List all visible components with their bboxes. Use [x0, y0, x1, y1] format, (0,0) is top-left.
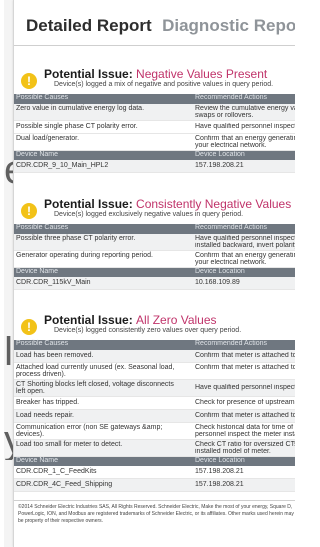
- issue-value: All Zero Values: [136, 313, 217, 327]
- device-row: CDR.CDR_1_C_FeedKits 157.198.208.21: [14, 466, 295, 479]
- column-header-actions: Recommended Actions: [195, 94, 267, 101]
- warning-icon: !: [21, 73, 37, 89]
- table-row: CT Shorting blocks left closed, voltage …: [14, 380, 295, 397]
- issue-subtitle: Device(s) logged a mix of negative and p…: [54, 81, 274, 88]
- table-header: Possible Causes Recommended Actions: [14, 340, 295, 350]
- issue-title: Potential Issue: All Zero Values: [44, 313, 217, 327]
- device-row: CDR.CDR_4C_Feed_Shipping 157.198.208.21: [14, 479, 295, 492]
- table-row: Generator operating during reporting per…: [14, 251, 295, 268]
- issue-heading: ! Potential Issue: Consistently Negative…: [14, 194, 295, 224]
- issue-section: ! Potential Issue: Consistently Negative…: [14, 194, 295, 290]
- issue-heading: ! Potential Issue: All Zero Values Devic…: [14, 310, 295, 340]
- issue-section: ! Potential Issue: All Zero Values Devic…: [14, 310, 295, 492]
- issue-heading: ! Potential Issue: Negative Values Prese…: [14, 64, 295, 94]
- table-row: Load has been removed. Confirm that mete…: [14, 350, 295, 363]
- issue-subtitle: Device(s) logged exclusively negative va…: [54, 211, 244, 218]
- table-header: Possible Causes Recommended Actions: [14, 94, 295, 104]
- table-row: Dual load/generator. Confirm that an ene…: [14, 134, 295, 151]
- warning-icon: !: [21, 319, 37, 335]
- issue-title: Potential Issue: Consistently Negative V…: [44, 197, 292, 211]
- table-row: Possible three phase CT polarity error. …: [14, 234, 295, 251]
- table-row: Communication error (non SE gateways &am…: [14, 423, 295, 440]
- device-row: CDR.CDR_115kV_Main 10.168.109.89: [14, 277, 295, 290]
- table-row: Load needs repair. Confirm that meter is…: [14, 410, 295, 423]
- issue-section: ! Potential Issue: Negative Values Prese…: [14, 64, 295, 173]
- warning-icon: !: [21, 203, 37, 219]
- background-glyph: e: [4, 150, 13, 190]
- background-glyph: y: [4, 420, 13, 460]
- report-header: Detailed Report Diagnostic Repo: [26, 16, 295, 36]
- table-header: Device Name Device Location: [14, 457, 295, 466]
- report-page: Detailed Report Diagnostic Repo ! Potent…: [13, 0, 295, 547]
- issue-title: Potential Issue: Negative Values Present: [44, 67, 268, 81]
- table-header: Possible Causes Recommended Actions: [14, 224, 295, 234]
- issue-subtitle: Device(s) logged consistently zero value…: [54, 327, 242, 334]
- report-title: Detailed Report: [26, 16, 152, 35]
- background-glyph: l: [4, 332, 13, 372]
- report-viewer: e l y Detailed Report Diagnostic Repo ! …: [4, 0, 295, 547]
- table-row: Attached load currently unused (ex. Seas…: [14, 363, 295, 380]
- diagnostic-report-tab[interactable]: Diagnostic Repo: [162, 16, 295, 35]
- column-header-device-name: Device Name: [16, 151, 59, 158]
- column-header-device-location: Device Location: [195, 151, 245, 158]
- issue-value: Consistently Negative Values: [136, 197, 292, 211]
- table-header: Device Name Device Location: [14, 268, 295, 277]
- device-row: CDR.CDR_9_10_Main_HPL2 157.198.208.21: [14, 160, 295, 173]
- table-row: Zero value in cumulative energy log data…: [14, 104, 295, 121]
- table-header: Device Name Device Location: [14, 151, 295, 160]
- copyright-text: ©2014 Schneider Electric Industries SAS,…: [18, 504, 294, 524]
- table-row: Load too small for meter to detect. Chec…: [14, 440, 295, 457]
- column-header-causes: Possible Causes: [16, 94, 69, 101]
- table-row: Possible single phase CT polarity error.…: [14, 121, 295, 134]
- table-row: Breaker has tripped. Check for presence …: [14, 397, 295, 410]
- issue-value: Negative Values Present: [136, 67, 268, 81]
- copyright-footer: ©2014 Schneider Electric Industries SAS,…: [14, 500, 295, 541]
- header-divider: [14, 45, 295, 46]
